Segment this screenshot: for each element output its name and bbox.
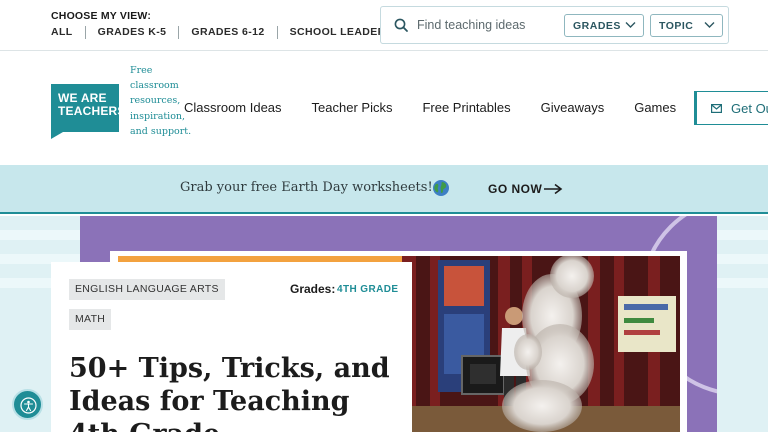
nav-item-free-printables[interactable]: Free Printables — [422, 100, 510, 115]
chevron-down-icon — [704, 22, 715, 28]
nav-menu: Classroom Ideas Teacher Picks Free Print… — [184, 100, 706, 115]
globe-icon — [433, 180, 449, 196]
grades-label: Grades: — [290, 282, 336, 296]
topic-dropdown[interactable]: TOPIC — [650, 14, 723, 37]
newsletter-button-label: Get Our — [731, 100, 768, 116]
nav-item-teacher-picks[interactable]: Teacher Picks — [312, 100, 393, 115]
view-link-all[interactable]: ALL — [51, 26, 85, 39]
mail-icon — [711, 103, 722, 113]
topic-dropdown-label: TOPIC — [659, 19, 694, 32]
chevron-down-icon — [625, 22, 636, 28]
science-teacher-photo — [402, 256, 680, 432]
accessibility-icon — [20, 397, 37, 414]
go-now-link[interactable]: GO NOW — [488, 182, 542, 196]
nav-item-games[interactable]: Games — [634, 100, 676, 115]
search-bar: GRADES TOPIC — [380, 6, 729, 44]
grades-dropdown-label: GRADES — [573, 19, 621, 32]
promo-text: Grab your free Earth Day worksheets! — [180, 180, 433, 195]
accessibility-button[interactable] — [12, 389, 43, 420]
hero-image — [402, 256, 680, 432]
promo-banner: Grab your free Earth Day worksheets! GO … — [0, 165, 768, 214]
logo-line-2: TEACHERS — [58, 104, 126, 118]
view-link-grades-k5[interactable]: GRADES K-5 — [84, 26, 179, 39]
grades-value-link[interactable]: 4TH GRADE — [337, 284, 398, 295]
article-card: ENGLISH LANGUAGE ARTS MATH Grades: 4TH G… — [51, 262, 412, 432]
search-input[interactable] — [417, 16, 577, 34]
top-bar: CHOOSE MY VIEW: ALL GRADES K-5 GRADES 6-… — [0, 0, 768, 51]
article-title: 50+ Tips, Tricks, and Ideas for Teaching… — [69, 353, 390, 432]
search-icon[interactable] — [393, 17, 409, 33]
site-logo[interactable]: WE ARE TEACHERS — [51, 84, 126, 139]
tag-english-language-arts[interactable]: ENGLISH LANGUAGE ARTS — [69, 279, 225, 300]
grades-dropdown[interactable]: GRADES — [564, 14, 644, 37]
nav-item-giveaways[interactable]: Giveaways — [541, 100, 605, 115]
site-tagline: Free classroom resources, inspiration, a… — [130, 65, 192, 137]
nav-item-classroom-ideas[interactable]: Classroom Ideas — [184, 100, 282, 115]
arrow-right-icon[interactable] — [543, 183, 563, 195]
choose-view-label: CHOOSE MY VIEW: — [51, 10, 152, 22]
main-nav: WE ARE TEACHERS Free classroom resources… — [0, 51, 768, 165]
view-links: ALL GRADES K-5 GRADES 6-12 SCHOOL LEADER… — [51, 26, 405, 39]
newsletter-button[interactable]: Get Our — [694, 91, 768, 125]
view-link-grades-6-12[interactable]: GRADES 6-12 — [178, 26, 276, 39]
tag-math[interactable]: MATH — [69, 309, 112, 330]
